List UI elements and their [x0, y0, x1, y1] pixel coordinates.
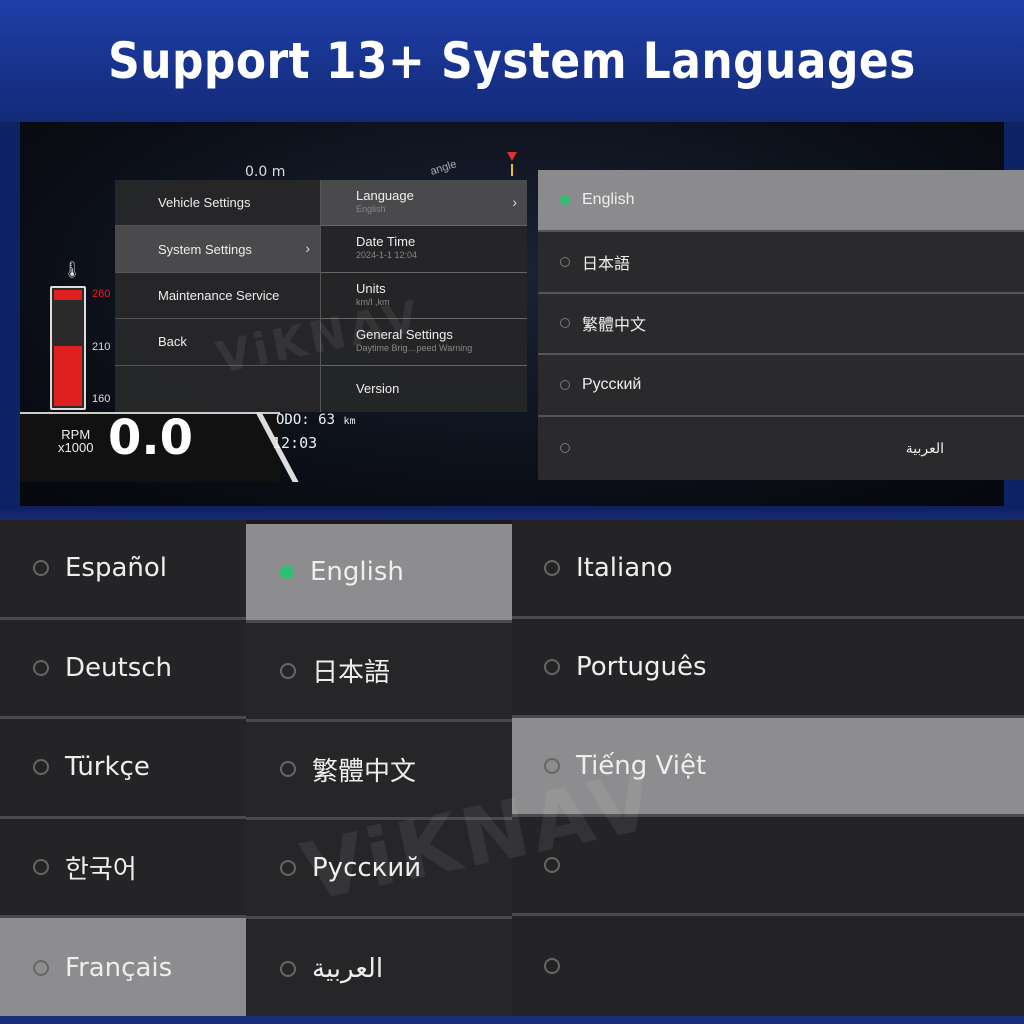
- radio-icon: [560, 380, 570, 391]
- chevron-right-icon: ›: [305, 240, 310, 257]
- language-label: Deutsch: [65, 652, 173, 683]
- radio-icon: [33, 960, 49, 977]
- menu-item-version[interactable]: Version: [321, 366, 527, 412]
- language-option-italian[interactable]: Italiano: [512, 520, 1024, 619]
- radio-selected-icon: [560, 194, 570, 205]
- rpm-label: RPM x1000: [58, 428, 93, 454]
- radio-icon: [280, 662, 296, 679]
- menu-item-system-settings[interactable]: System Settings ›: [115, 226, 320, 273]
- language-label: 日本語: [312, 658, 391, 689]
- odometer: ODO: 63 km: [276, 412, 356, 428]
- language-option-turkish[interactable]: Türkçe: [0, 719, 246, 819]
- language-option-english[interactable]: English: [538, 170, 1024, 232]
- distance-readout: 0.0 m: [245, 164, 286, 180]
- menu-item-label: Vehicle Settings: [158, 195, 251, 211]
- menu-item-subtitle: English: [356, 204, 386, 214]
- radio-icon: [33, 659, 49, 676]
- language-option-japanese[interactable]: 日本語: [246, 623, 512, 722]
- settings-menu-system: Language English › Date Time 2024-1-1 12…: [320, 180, 527, 412]
- language-label: Español: [65, 553, 168, 584]
- menu-item-date-time[interactable]: Date Time 2024-1-1 12:04: [321, 226, 527, 273]
- language-label: English: [310, 556, 404, 587]
- menu-item-title: Date Time: [356, 234, 416, 250]
- frame-left: [0, 122, 20, 506]
- language-option-traditional-chinese[interactable]: 繁體中文: [538, 294, 1024, 356]
- language-column-a: Español Deutsch Türkçe 한국어 Français: [0, 520, 246, 1024]
- language-label: Português: [576, 652, 707, 682]
- language-option-russian[interactable]: Русский: [538, 355, 1024, 418]
- bottom-edge: [0, 1016, 1024, 1024]
- banner-title: Support 13+ System Languages: [108, 32, 916, 90]
- radio-icon: [33, 859, 49, 876]
- language-option-german[interactable]: Deutsch: [0, 620, 246, 720]
- odo-value: 63: [318, 412, 336, 428]
- radio-selected-icon: [280, 564, 294, 579]
- menu-item-vehicle-settings[interactable]: Vehicle Settings: [115, 180, 320, 227]
- language-option-empty-2[interactable]: [512, 916, 1024, 1015]
- cluster-screenshot: 0.0 m angle 🌡 260 210 160 RPM x1000 0.0 …: [0, 122, 1024, 506]
- language-label: 日本語: [582, 255, 631, 273]
- language-label: العربية: [905, 439, 944, 456]
- radio-icon: [33, 560, 49, 577]
- radio-icon: [560, 318, 570, 329]
- language-label: Italiano: [576, 553, 673, 583]
- menu-item-title: Units: [356, 280, 386, 296]
- language-label: 繁體中文: [582, 317, 647, 335]
- angle-label: angle: [428, 158, 459, 178]
- coolant-temp-icon: 🌡: [62, 262, 83, 279]
- radio-icon: [280, 761, 296, 778]
- language-label: English: [582, 190, 635, 208]
- temp-gauge: [50, 286, 86, 410]
- temp-gauge-top-fill: [54, 290, 82, 300]
- clock: 12:03: [272, 434, 318, 452]
- language-option-korean[interactable]: 한국어: [0, 819, 246, 919]
- rpm-value: 0.0: [108, 410, 194, 466]
- odo-label: ODO:: [276, 412, 310, 428]
- menu-item-label: Maintenance Service: [158, 287, 280, 303]
- rpm-label-line2: x1000: [58, 440, 94, 455]
- language-option-english[interactable]: English: [246, 524, 512, 623]
- language-option-french[interactable]: Français: [0, 918, 246, 1018]
- language-list-top: English 日本語 繁體中文 Русский العربية: [538, 170, 1024, 480]
- menu-item-empty: [115, 366, 320, 412]
- language-label: 繁體中文: [312, 756, 417, 787]
- menu-item-label: Back: [158, 334, 187, 350]
- language-option-japanese[interactable]: 日本語: [538, 232, 1024, 294]
- header-banner: Support 13+ System Languages: [0, 0, 1024, 122]
- language-option-arabic[interactable]: العربية: [538, 417, 1024, 479]
- menu-item-title: Language: [356, 188, 414, 203]
- radio-icon: [560, 443, 570, 454]
- radio-icon: [544, 957, 560, 974]
- language-label: Français: [65, 953, 173, 984]
- radio-icon: [544, 659, 560, 675]
- radio-icon: [280, 860, 296, 877]
- radio-icon: [544, 560, 560, 576]
- language-option-spanish[interactable]: Español: [0, 520, 246, 620]
- language-column-b: English 日本語 繁體中文 Русский العربية: [246, 524, 512, 1024]
- radio-icon: [33, 759, 49, 776]
- temp-tick-260: 260: [92, 288, 111, 300]
- radio-icon: [280, 960, 296, 977]
- language-option-arabic[interactable]: العربية: [246, 919, 512, 1018]
- language-label: العربية: [312, 953, 384, 984]
- menu-item-language[interactable]: Language English ›: [321, 180, 527, 227]
- temp-tick-160: 160: [92, 393, 111, 405]
- odo-unit: km: [343, 416, 356, 427]
- menu-item-subtitle: 2024-1-1 12:04: [356, 250, 418, 261]
- radio-icon: [560, 256, 570, 267]
- temp-tick-210: 210: [92, 341, 111, 353]
- language-label: Русский: [582, 376, 642, 394]
- settings-menu-main: Vehicle Settings System Settings › Maint…: [115, 180, 320, 412]
- menu-item-title: Version: [356, 381, 400, 397]
- menu-item-maintenance-service[interactable]: Maintenance Service: [115, 273, 320, 320]
- language-label: 한국어: [65, 854, 137, 885]
- chevron-right-icon: ›: [512, 194, 517, 210]
- temp-gauge-fill: [54, 346, 82, 406]
- menu-item-label: System Settings: [158, 241, 252, 257]
- angle-marker-bar: [511, 164, 513, 176]
- language-option-portuguese[interactable]: Português: [512, 619, 1024, 718]
- language-lists-enlarged: Español Deutsch Türkçe 한국어 Français Engl…: [0, 520, 1024, 1024]
- angle-marker-icon: [507, 152, 517, 161]
- language-label: Türkçe: [65, 752, 150, 783]
